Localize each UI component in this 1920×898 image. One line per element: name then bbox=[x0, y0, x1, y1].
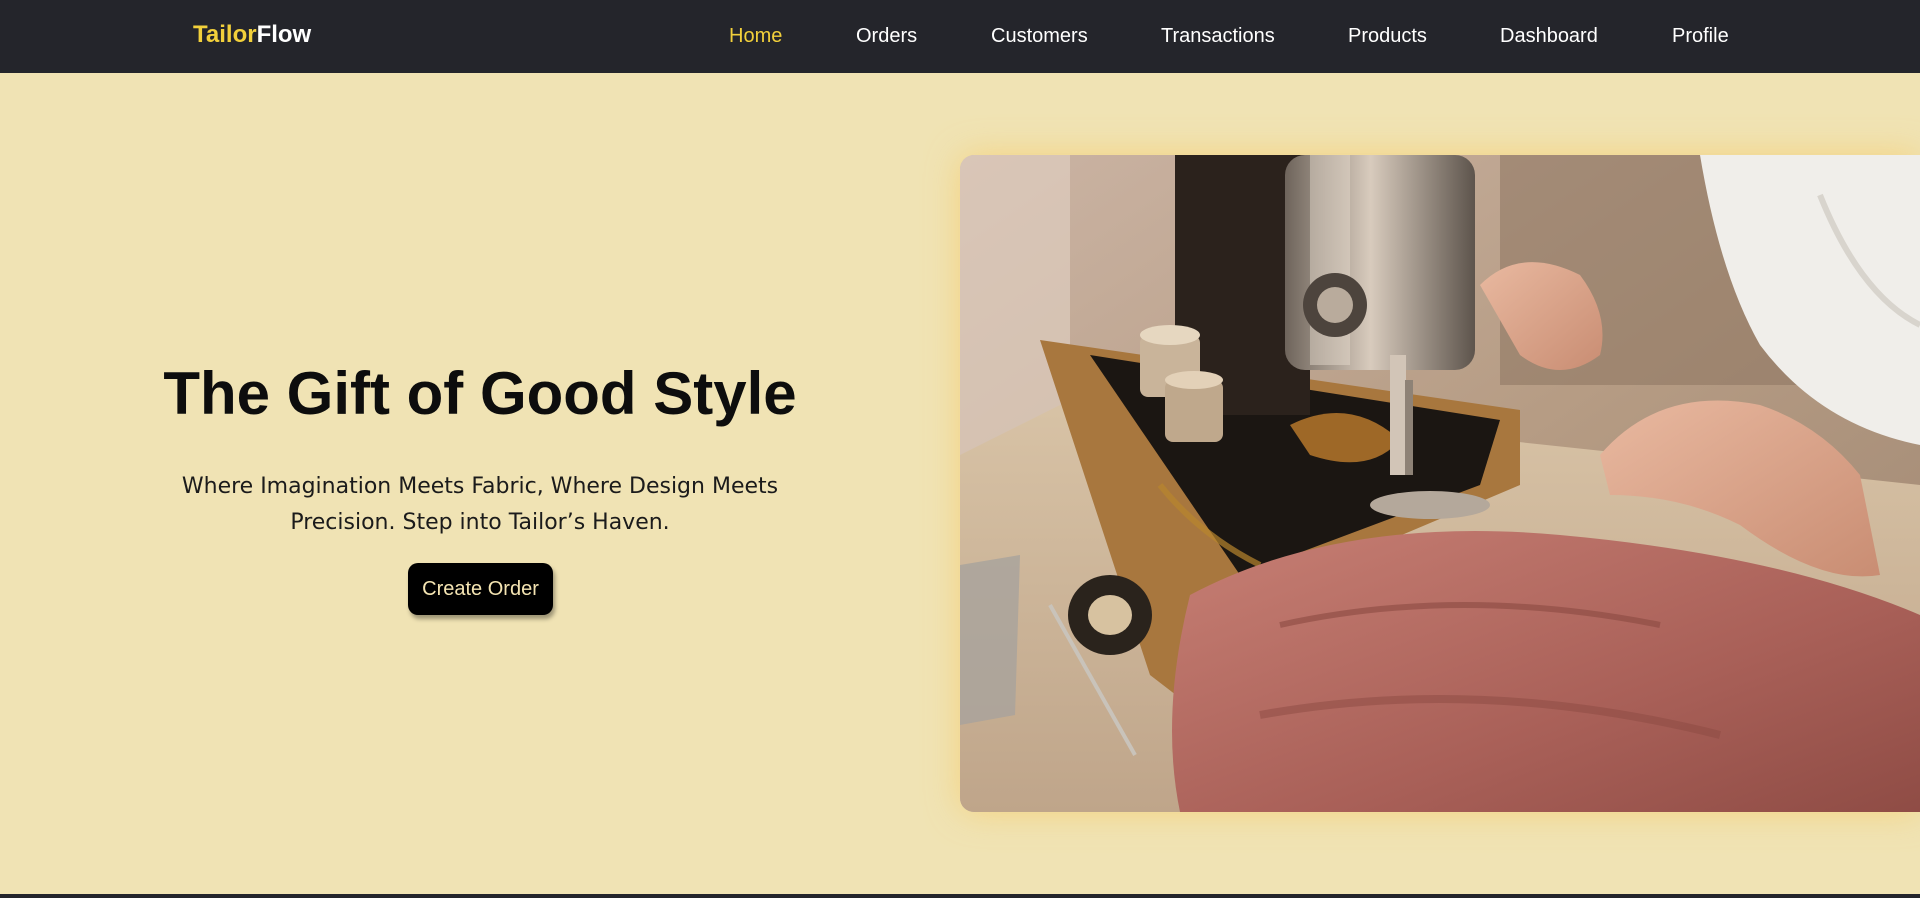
nav-link-home[interactable]: Home bbox=[729, 24, 782, 48]
create-order-button[interactable]: Create Order bbox=[408, 563, 553, 615]
main-nav: Home Orders Customers Transactions Produ… bbox=[0, 24, 1920, 50]
hero-section: The Gift of Good Style Where Imagination… bbox=[0, 73, 1920, 894]
nav-link-profile[interactable]: Profile bbox=[1672, 24, 1729, 48]
nav-link-customers[interactable]: Customers bbox=[991, 24, 1088, 48]
nav-link-transactions[interactable]: Transactions bbox=[1161, 24, 1275, 48]
nav-link-orders[interactable]: Orders bbox=[856, 24, 917, 48]
footer-edge bbox=[0, 894, 1920, 898]
hero-title: The Gift of Good Style bbox=[163, 360, 797, 427]
sewing-machine-image bbox=[960, 155, 1920, 812]
nav-link-products[interactable]: Products bbox=[1348, 24, 1427, 48]
nav-link-dashboard[interactable]: Dashboard bbox=[1500, 24, 1598, 48]
hero-subtitle: Where Imagination Meets Fabric, Where De… bbox=[181, 474, 779, 535]
top-navbar: TailorFlow Home Orders Customers Transac… bbox=[0, 0, 1920, 73]
